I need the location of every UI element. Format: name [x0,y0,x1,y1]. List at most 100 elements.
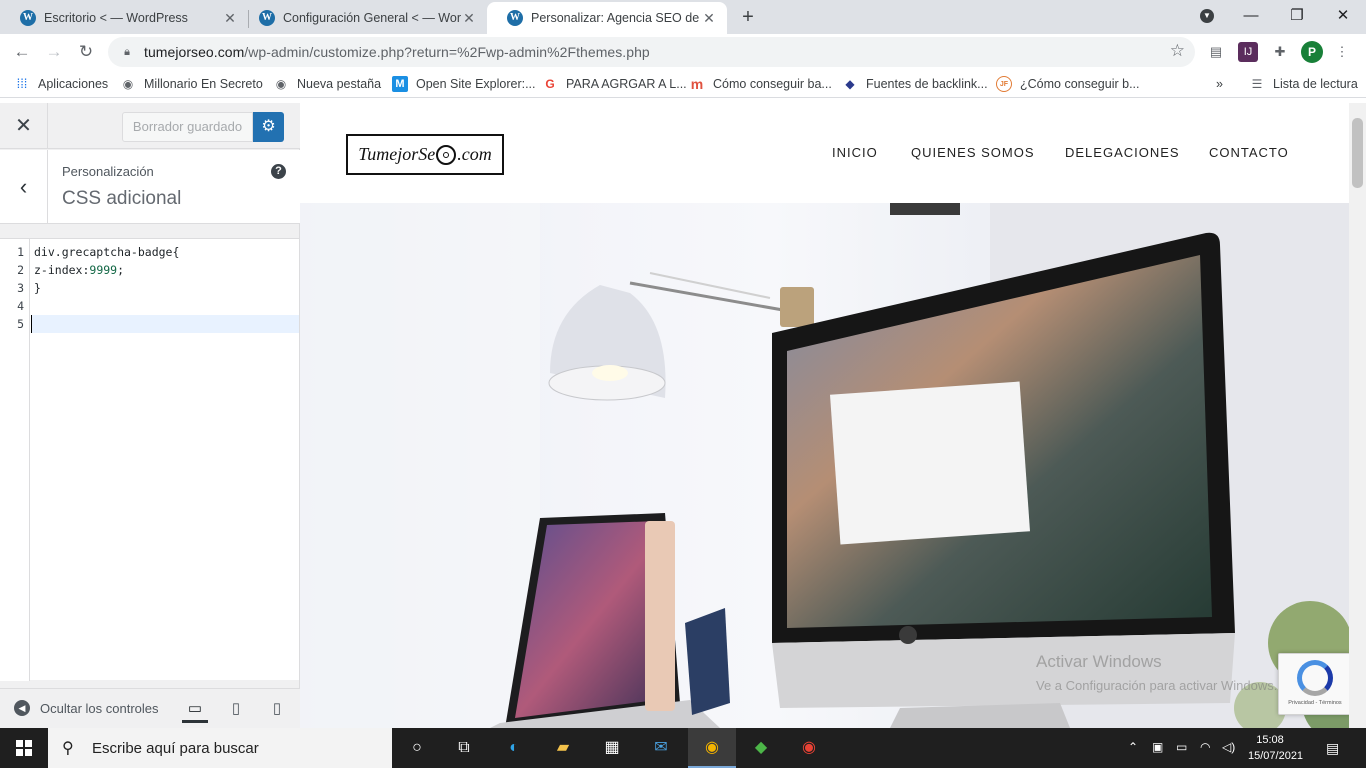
tray-security-icon[interactable]: ▣ [1152,740,1163,754]
breadcrumb: Personalización [62,164,154,179]
collapse-icon: ◀ [14,700,30,716]
diamond-icon: ◆ [845,77,855,91]
scrollbar-thumb[interactable] [1352,118,1363,188]
tray-wifi-icon[interactable]: ◠ [1200,740,1210,754]
bookmarks-bar: ⁞⁞⁞ Aplicaciones ◉ Millonario En Secreto ◉… [0,70,1366,98]
notifications-icon[interactable]: ▤ [1326,740,1339,757]
jf-icon: JF [996,76,1012,92]
cortana-icon[interactable]: ○ [404,736,430,760]
customizer-footer: ◀ Ocultar los controles ▭ ▯ ▯ [0,688,300,728]
tray-up-arrow-icon[interactable]: ⌃ [1128,740,1138,754]
code-lines[interactable]: div.grecaptcha-badge{ z-index:9999; } [31,243,299,333]
task-view-icon[interactable]: ⧉ [451,736,477,760]
taskbar-search[interactable]: ⚲ Escribe aquí para buscar [48,728,392,768]
search-icon: ⚲ [62,740,74,757]
nav-contacto[interactable]: CONTACTO [1209,145,1289,160]
tray-battery-icon[interactable]: ▭ [1176,740,1187,754]
start-button[interactable] [0,728,48,768]
bookmark-como-conseguir[interactable]: m Cómo conseguir ba... [689,75,832,93]
tab-configuracion[interactable]: W Configuración General < — Word ✕ [239,2,487,34]
tab-title: Personalizar: Agencia SEO de co [531,11,701,25]
css-code-editor[interactable]: 1 2 3 4 5 div.grecaptcha-badge{ z-index:… [0,238,299,681]
close-tab-icon[interactable]: ✕ [222,10,238,26]
close-tab-icon[interactable]: ✕ [461,10,477,26]
nav-quienes-somos[interactable]: QUIENES SOMOS [911,145,1035,160]
bookmark-open-site-explorer[interactable]: M Open Site Explorer:... [392,75,536,93]
bookmark-nueva-pestana[interactable]: ◉ Nueva pestaña [273,75,381,93]
back-chevron-icon[interactable]: ‹ [0,150,48,224]
preview-scrollbar[interactable] [1349,103,1366,728]
bookmark-millonario[interactable]: ◉ Millonario En Secreto [120,75,263,93]
tab-personalizar[interactable]: W Personalizar: Agencia SEO de co ✕ [487,2,727,34]
close-tab-icon[interactable]: ✕ [701,10,717,26]
mobile-preview-icon[interactable]: ▯ [264,697,290,723]
desktop-preview-icon[interactable]: ▭ [182,697,208,723]
m-icon: m [690,76,704,92]
lock-icon[interactable]: 🔒︎ [120,46,134,59]
edge-icon[interactable]: ◐ [501,736,527,760]
menu-dots-icon[interactable]: ⋮ [1332,42,1352,62]
forward-arrow-icon[interactable]: → [42,40,66,64]
extensions-puzzle-icon[interactable]: ✚ [1270,42,1290,62]
bookmark-aplicaciones[interactable]: ⁞⁞⁞ Aplicaciones [14,75,109,93]
workspace-photo [300,203,1349,728]
chrome-profile-icon[interactable]: ◉ [699,736,725,760]
saved-draft-button[interactable]: Borrador guardado [122,112,253,142]
bookmark-para-agregar[interactable]: G PARA AGRGAR A L... [542,75,686,93]
tab-search-icon[interactable]: ▼ [1184,0,1230,34]
url-text: tumejorseo.com/wp-admin/customize.php?re… [144,44,650,60]
site-preview: TumejorSe .com INICIO QUIENES SOMOS DELEG… [300,103,1366,728]
app-cube-icon[interactable]: ◆ [748,736,774,760]
system-clock[interactable]: 15:08 15/07/2021 [1248,732,1303,764]
code-line[interactable]: z-index:9999; [31,261,299,279]
recaptcha-terms[interactable]: Privacidad - Términos [1279,700,1351,706]
customizer-panel: ✕ Borrador guardado ⚙ ‹ Personalización … [0,103,300,728]
bookmark-star-icon[interactable]: ☆ [1170,41,1185,61]
line-number: 2 [17,263,24,277]
chrome-icon[interactable]: ◉ [796,736,822,760]
windows-activation-watermark: Activar Windows Ve a Configuración para … [1036,652,1278,693]
moz-icon: M [392,76,408,92]
code-line[interactable]: } [31,279,299,297]
site-logo[interactable]: TumejorSe .com [346,134,504,175]
hide-controls-button[interactable]: ◀ Ocultar los controles [14,700,159,716]
file-explorer-icon[interactable]: ▰ [550,736,576,760]
google-icon: G [545,77,555,91]
minimize-icon[interactable]: — [1228,0,1274,34]
close-window-icon[interactable]: ✕ [1320,0,1366,34]
close-customizer-icon[interactable]: ✕ [0,103,48,149]
restore-icon[interactable]: ❐ [1274,0,1320,34]
bookmark-fuentes-backlinks[interactable]: ◆ Fuentes de backlink... [842,75,987,93]
code-line[interactable]: div.grecaptcha-badge{ [31,243,299,261]
target-icon [436,144,457,165]
code-line-active[interactable] [31,315,299,333]
extension-ij-icon[interactable]: IJ [1238,42,1258,62]
globe-icon: ◉ [275,77,287,91]
new-tab-icon[interactable]: + [737,6,759,28]
profile-avatar[interactable]: P [1301,41,1323,63]
section-header: ‹ Personalización CSS adicional ? [0,150,300,224]
tab-escritorio[interactable]: W Escritorio < — WordPress ✕ [0,2,248,34]
tray-volume-icon[interactable]: ◁) [1222,740,1235,754]
bookmarks-overflow-icon[interactable]: » [1216,75,1223,93]
recaptcha-badge[interactable]: Privacidad - Términos [1278,653,1350,715]
store-icon[interactable]: ▦ [599,736,625,760]
code-line[interactable] [31,297,299,315]
line-number-gutter: 1 2 3 4 5 [0,239,30,681]
mail-icon[interactable]: ✉ [648,736,674,760]
tablet-preview-icon[interactable]: ▯ [223,697,249,723]
reading-list[interactable]: ☰ Lista de lectura [1249,75,1358,93]
windows-taskbar: ⚲ Escribe aquí para buscar ○ ⧉ ◐ ▰ ▦ ✉ ◉… [0,728,1366,768]
nav-delegaciones[interactable]: DELEGACIONES [1065,145,1180,160]
publish-settings-gear-icon[interactable]: ⚙ [253,112,284,142]
reload-icon[interactable]: ↻ [74,40,98,64]
bookmark-como-conseguir-b[interactable]: JF ¿Cómo conseguir b... [996,75,1140,93]
extension-cast-icon[interactable]: ▤ [1206,42,1226,62]
line-number: 1 [17,245,24,259]
reading-list-icon: ☰ [1251,77,1263,91]
help-icon[interactable]: ? [271,164,286,179]
address-bar[interactable]: 🔒︎ tumejorseo.com/wp-admin/customize.php… [108,37,1195,67]
apps-grid-icon: ⁞⁞⁞ [16,76,28,91]
nav-inicio[interactable]: INICIO [832,145,878,160]
back-arrow-icon[interactable]: ← [10,40,34,64]
